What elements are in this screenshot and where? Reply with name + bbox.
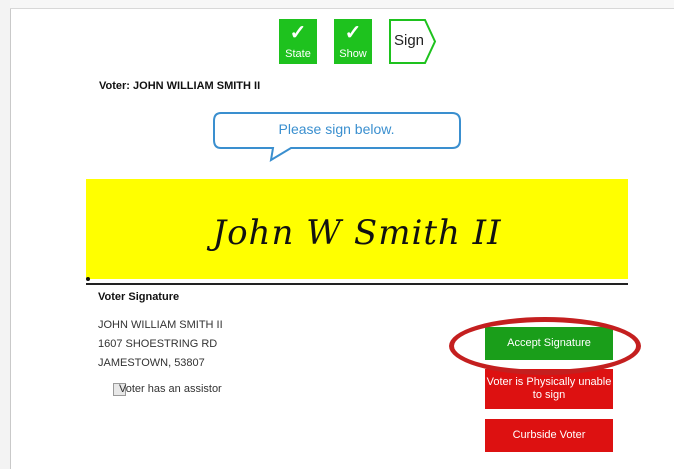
signature-line-marker <box>86 277 90 281</box>
window-top-edge <box>10 0 674 9</box>
window-left-edge <box>0 0 11 469</box>
signature-baseline <box>86 283 628 285</box>
voter-address-name: JOHN WILLIAM SMITH II <box>98 319 223 331</box>
step-show[interactable]: ✓ Show <box>334 19 372 64</box>
signature-heading: Voter Signature <box>98 291 180 303</box>
signature-pad[interactable]: John W Smith II <box>86 179 628 279</box>
curbside-voter-button[interactable]: Curbside Voter <box>485 419 613 452</box>
checkmark-icon: ✓ <box>344 22 362 44</box>
step-state-label: State <box>285 48 311 60</box>
instruction-bubble: Please sign below. <box>213 112 463 162</box>
checkmark-icon: ✓ <box>289 22 307 44</box>
step-show-label: Show <box>339 48 367 60</box>
voter-address-city: JAMESTOWN, 53807 <box>98 357 205 369</box>
accept-signature-button[interactable]: Accept Signature <box>485 327 613 360</box>
voter-name-line: Voter: JOHN WILLIAM SMITH II <box>99 80 261 92</box>
instruction-text: Please sign below. <box>278 121 395 137</box>
step-sign[interactable]: Sign <box>389 19 437 64</box>
step-sign-label: Sign <box>393 32 425 49</box>
assistor-label: Voter has an assistor <box>119 383 222 395</box>
speech-bubble-shape <box>213 112 461 162</box>
signature-stroke-text: John W Smith II <box>212 213 502 253</box>
step-state[interactable]: ✓ State <box>279 19 317 64</box>
voter-address-street: 1607 SHOESTRING RD <box>98 338 218 350</box>
unable-to-sign-button[interactable]: Voter is Physically unable to sign <box>485 369 613 409</box>
